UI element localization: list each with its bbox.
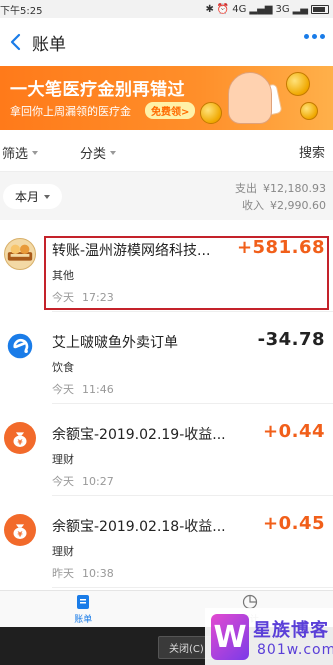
yuebao-icon: ¥ — [4, 422, 36, 454]
tab-bill-label: 账单 — [74, 614, 93, 625]
chevron-left-icon — [10, 33, 21, 51]
more-menu-icon[interactable] — [304, 34, 325, 39]
transaction-time: 今天 10:27 — [52, 475, 114, 488]
banner-claim-button[interactable]: 免费领> — [145, 102, 196, 119]
caret-down-icon — [110, 150, 117, 155]
bill-icon — [77, 594, 90, 609]
transaction-row[interactable]: ¥ 余额宝-2019.02.19-收益... 理财 今天 10:27 +0.44 — [0, 404, 333, 496]
back-button[interactable] — [0, 18, 30, 66]
month-label: 本月 — [15, 190, 40, 204]
transaction-row[interactable]: ¥ 余额宝-2019.02.18-收益... 理财 昨天 10:38 +0.45 — [0, 496, 333, 588]
transaction-title: 余额宝-2019.02.19-收益... — [52, 427, 226, 443]
transaction-amount: -34.78 — [257, 329, 325, 350]
income-value: ¥2,990.60 — [270, 199, 326, 212]
alarm-icon: ⏰ — [216, 3, 230, 15]
transaction-row[interactable]: 艾上啵啵鱼外卖订单 饮食 今天 11:46 -34.78 — [0, 312, 333, 404]
svg-text:¥: ¥ — [17, 438, 22, 447]
watermark-line-1: 星族博客 — [253, 620, 329, 641]
caret-down-icon — [32, 150, 39, 155]
status-bar: 下午5:25 ✱ ⏰ 4G ▂▄▆ 3G ▂▄ — [0, 0, 333, 18]
month-totals: 支出 ¥12,180.93 收入 ¥2,990.60 — [235, 180, 326, 214]
transaction-list: 转账-温州游模网络科技... 其他 今天 17:23 +581.68 艾上啵啵鱼外… — [0, 220, 333, 590]
coin-icon — [286, 72, 310, 96]
bluetooth-icon: ✱ — [205, 3, 214, 15]
income-label: 收入 — [242, 199, 265, 212]
filter-dropdown[interactable]: 筛选 — [2, 143, 39, 162]
network-4g-label: 4G — [232, 3, 247, 15]
transaction-row[interactable]: 转账-温州游模网络科技... 其他 今天 17:23 +581.68 — [0, 220, 333, 312]
month-selector[interactable]: 本月 — [3, 184, 63, 209]
watermark-line-2: 801w.com — [257, 642, 333, 658]
transaction-amount: +0.44 — [263, 421, 325, 442]
caret-down-icon — [44, 194, 51, 199]
coin-icon — [200, 102, 222, 124]
filter-label: 筛选 — [2, 147, 29, 162]
svg-text:¥: ¥ — [17, 530, 22, 539]
transaction-title: 艾上啵啵鱼外卖订单 — [52, 335, 178, 351]
banner-headline: 一大笔医疗金别再错过 — [10, 80, 185, 100]
coin-icon — [300, 102, 318, 120]
category-dropdown[interactable]: 分类 — [80, 143, 117, 162]
filter-bar: 筛选 分类 搜索 — [0, 130, 333, 172]
transaction-category: 饮食 — [52, 361, 74, 374]
tab-bill[interactable]: 账单 — [0, 591, 167, 627]
transaction-title: 转账-温州游模网络科技... — [52, 243, 211, 259]
watermark-logo: W — [211, 614, 249, 660]
signal-icon: ▂▄▆ — [249, 3, 273, 15]
yuebao-icon: ¥ — [4, 514, 36, 546]
eleme-icon — [4, 330, 36, 362]
transaction-category: 理财 — [52, 453, 74, 466]
banner-subtitle: 拿回你上周漏领的医疗金 — [10, 105, 131, 118]
hand-illustration — [228, 72, 272, 124]
transaction-amount: +581.68 — [236, 237, 325, 258]
transaction-amount: +0.45 — [263, 513, 325, 534]
status-time: 下午5:25 — [0, 5, 43, 17]
expense-label: 支出 — [235, 182, 258, 195]
transaction-category: 理财 — [52, 545, 74, 558]
search-button[interactable]: 搜索 — [299, 142, 325, 161]
network-3g-label: 3G — [275, 3, 290, 15]
month-header: 本月 支出 ¥12,180.93 收入 ¥2,990.60 — [0, 172, 333, 220]
status-icons: ✱ ⏰ 4G ▂▄▆ 3G ▂▄ — [205, 4, 329, 15]
game-avatar-icon — [4, 238, 36, 270]
page-title: 账单 — [32, 34, 66, 55]
signal-icon-2: ▂▄ — [292, 3, 308, 15]
battery-icon — [311, 4, 329, 14]
transaction-title: 余额宝-2019.02.18-收益... — [52, 519, 226, 535]
transaction-time: 昨天 10:38 — [52, 567, 114, 580]
transaction-category: 其他 — [52, 269, 74, 282]
expense-value: ¥12,180.93 — [263, 182, 326, 195]
transaction-time: 今天 17:23 — [52, 291, 114, 304]
watermark: W 星族博客 801w.com — [205, 608, 333, 665]
category-label: 分类 — [80, 147, 107, 162]
transaction-time: 今天 11:46 — [52, 383, 114, 396]
promo-banner[interactable]: 一大笔医疗金别再错过 拿回你上周漏领的医疗金 免费领> — [0, 66, 333, 130]
nav-bar: 账单 — [0, 18, 333, 66]
